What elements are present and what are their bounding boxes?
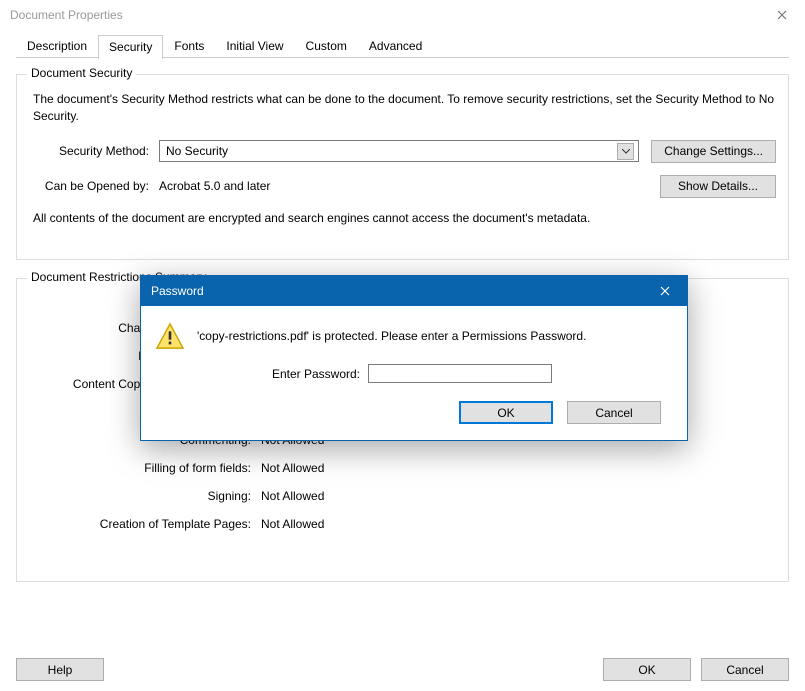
close-icon	[660, 286, 670, 296]
ok-button[interactable]: OK	[603, 658, 691, 681]
tab-initial-view[interactable]: Initial View	[215, 34, 294, 58]
document-security-title: Document Security	[27, 66, 136, 80]
restrict-row: Creation of Template Pages: Not Allowed	[29, 517, 776, 531]
titlebar: Document Properties	[0, 0, 805, 30]
opened-by-label: Can be Opened by:	[29, 179, 159, 193]
password-input[interactable]	[368, 364, 552, 383]
tab-strip: Description Security Fonts Initial View …	[16, 34, 805, 58]
password-dialog-titlebar: Password	[141, 276, 687, 306]
show-details-button[interactable]: Show Details...	[660, 175, 776, 198]
footer: Help OK Cancel	[0, 658, 805, 681]
opened-by-value: Acrobat 5.0 and later	[159, 179, 660, 193]
security-method-value: No Security	[166, 144, 228, 158]
password-ok-button[interactable]: OK	[459, 401, 553, 424]
security-description: The document's Security Method restricts…	[33, 91, 776, 126]
restrict-row: Signing: Not Allowed	[29, 489, 776, 503]
window-title: Document Properties	[10, 8, 123, 22]
tab-custom[interactable]: Custom	[295, 34, 358, 58]
tab-description[interactable]: Description	[16, 34, 98, 58]
password-dialog-body: 'copy-restrictions.pdf' is protected. Pl…	[141, 306, 687, 440]
tab-advanced[interactable]: Advanced	[358, 34, 433, 58]
restrict-row: Filling of form fields: Not Allowed	[29, 461, 776, 475]
password-cancel-button[interactable]: Cancel	[567, 401, 661, 424]
close-icon	[777, 10, 787, 20]
password-dialog-message: 'copy-restrictions.pdf' is protected. Pl…	[197, 329, 586, 343]
window-close-button[interactable]	[759, 0, 805, 30]
password-dialog-close-button[interactable]	[643, 276, 687, 306]
restrict-value: Not Allowed	[261, 461, 324, 475]
restrict-label: Filling of form fields:	[29, 461, 261, 475]
security-method-label: Security Method:	[29, 144, 159, 158]
warning-icon	[155, 322, 185, 350]
chevron-down-icon	[617, 143, 634, 160]
encryption-note: All contents of the document are encrypt…	[33, 210, 593, 227]
help-button[interactable]: Help	[16, 658, 104, 681]
password-dialog-title: Password	[151, 284, 204, 298]
restrict-value: Not Allowed	[261, 517, 324, 531]
tab-security[interactable]: Security	[98, 35, 163, 59]
document-security-group: Document Security The document's Securit…	[16, 74, 789, 260]
restrict-value: Not Allowed	[261, 489, 324, 503]
restrict-label: Creation of Template Pages:	[29, 517, 261, 531]
password-dialog: Password 'copy-restrictions.pdf' is prot…	[140, 275, 688, 441]
change-settings-button[interactable]: Change Settings...	[651, 140, 776, 163]
security-method-select[interactable]: No Security	[159, 140, 639, 162]
cancel-button[interactable]: Cancel	[701, 658, 789, 681]
enter-password-label: Enter Password:	[272, 367, 360, 381]
tab-fonts[interactable]: Fonts	[163, 34, 215, 58]
restrict-label: Signing:	[29, 489, 261, 503]
